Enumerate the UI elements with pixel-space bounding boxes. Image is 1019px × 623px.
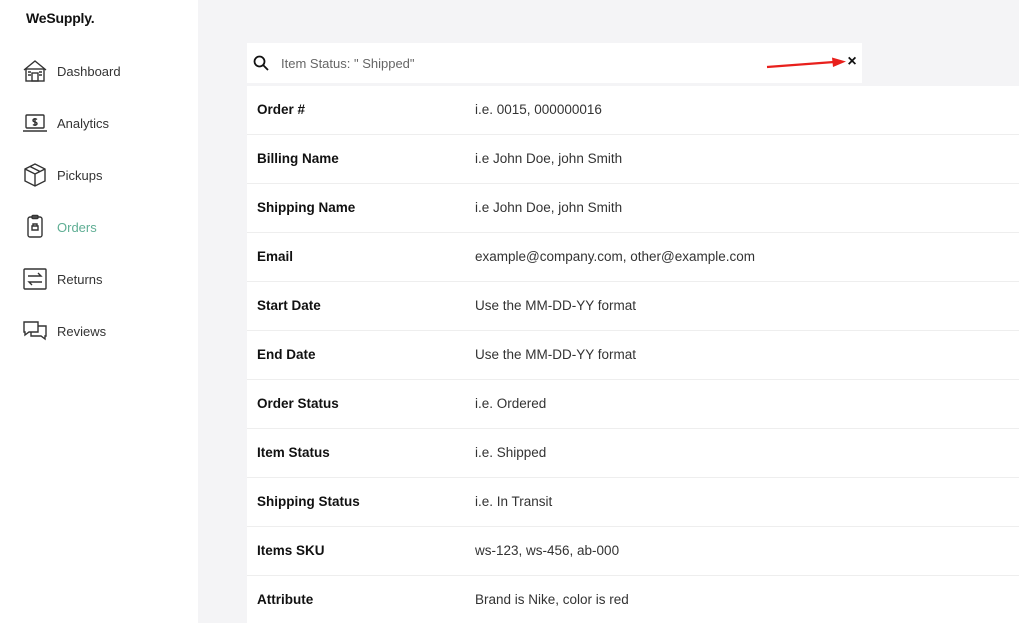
filter-hint: i.e. Shipped	[475, 445, 547, 460]
filter-label: Billing Name	[257, 151, 339, 166]
filter-row-item-status[interactable]: Item Status i.e. Shipped	[247, 429, 1019, 478]
app-logo[interactable]: WeSupply.	[26, 10, 95, 26]
filter-label: Start Date	[257, 298, 321, 313]
filter-suggestions-panel: Order # i.e. 0015, 000000016 Billing Nam…	[247, 86, 1019, 623]
filter-row-items-sku[interactable]: Items SKU ws-123, ws-456, ab-000	[247, 527, 1019, 576]
filter-row-shipping-name[interactable]: Shipping Name i.e John Doe, john Smith	[247, 184, 1019, 233]
filter-label: Items SKU	[257, 543, 325, 558]
filter-hint: ws-123, ws-456, ab-000	[475, 543, 620, 558]
filter-row-order-number[interactable]: Order # i.e. 0015, 000000016	[247, 86, 1019, 135]
filter-hint: i.e John Doe, john Smith	[475, 151, 623, 166]
filter-hint: i.e. 0015, 000000016	[475, 102, 602, 117]
dashboard-icon	[22, 58, 48, 84]
filter-label: Item Status	[257, 445, 330, 460]
filter-hint: Use the MM-DD-YY format	[475, 347, 637, 362]
sidebar-item-reviews[interactable]: Reviews	[0, 305, 198, 357]
reviews-icon	[22, 318, 48, 344]
filter-label: End Date	[257, 347, 316, 362]
filter-hint: i.e. Ordered	[475, 396, 547, 411]
filter-row-attribute[interactable]: Attribute Brand is Nike, color is red	[247, 576, 1019, 623]
sidebar: WeSupply. Dashboard Analytics Pickups Or…	[0, 0, 198, 623]
filter-row-email[interactable]: Email example@company.com, other@example…	[247, 233, 1019, 282]
filter-hint: example@company.com, other@example.com	[475, 249, 756, 264]
analytics-icon	[22, 110, 48, 136]
search-icon	[253, 55, 269, 71]
orders-icon	[22, 214, 48, 240]
sidebar-item-label: Dashboard	[57, 63, 121, 79]
sidebar-item-pickups[interactable]: Pickups	[0, 149, 198, 201]
filter-row-start-date[interactable]: Start Date Use the MM-DD-YY format	[247, 282, 1019, 331]
sidebar-item-label: Pickups	[57, 167, 103, 183]
filter-hint: Use the MM-DD-YY format	[475, 298, 637, 313]
sidebar-item-label: Orders	[57, 219, 97, 235]
filter-row-end-date[interactable]: End Date Use the MM-DD-YY format	[247, 331, 1019, 380]
filter-hint: i.e. In Transit	[475, 494, 553, 509]
sidebar-item-dashboard[interactable]: Dashboard	[0, 45, 198, 97]
filter-label: Attribute	[257, 592, 314, 607]
sidebar-item-analytics[interactable]: Analytics	[0, 97, 198, 149]
filter-label: Order Status	[257, 396, 339, 411]
sidebar-item-orders[interactable]: Orders	[0, 201, 198, 253]
returns-icon	[22, 266, 48, 292]
sidebar-item-returns[interactable]: Returns	[0, 253, 198, 305]
annotation-arrow-icon	[766, 57, 846, 69]
filter-label: Shipping Status	[257, 494, 360, 509]
sidebar-nav: Dashboard Analytics Pickups Orders Retur…	[0, 45, 198, 357]
filter-label: Shipping Name	[257, 200, 356, 215]
pickups-icon	[22, 162, 48, 188]
filter-row-billing-name[interactable]: Billing Name i.e John Doe, john Smith	[247, 135, 1019, 184]
search-input[interactable]	[281, 53, 821, 73]
close-icon[interactable]: ×	[845, 53, 859, 71]
sidebar-item-label: Analytics	[57, 115, 110, 131]
sidebar-item-label: Reviews	[57, 323, 107, 339]
filter-hint: i.e John Doe, john Smith	[475, 200, 623, 215]
filter-label: Email	[257, 249, 294, 264]
sidebar-item-label: Returns	[57, 271, 103, 287]
filter-row-order-status[interactable]: Order Status i.e. Ordered	[247, 380, 1019, 429]
filter-row-shipping-status[interactable]: Shipping Status i.e. In Transit	[247, 478, 1019, 527]
filter-hint: Brand is Nike, color is red	[475, 592, 629, 607]
filter-label: Order #	[257, 102, 306, 117]
